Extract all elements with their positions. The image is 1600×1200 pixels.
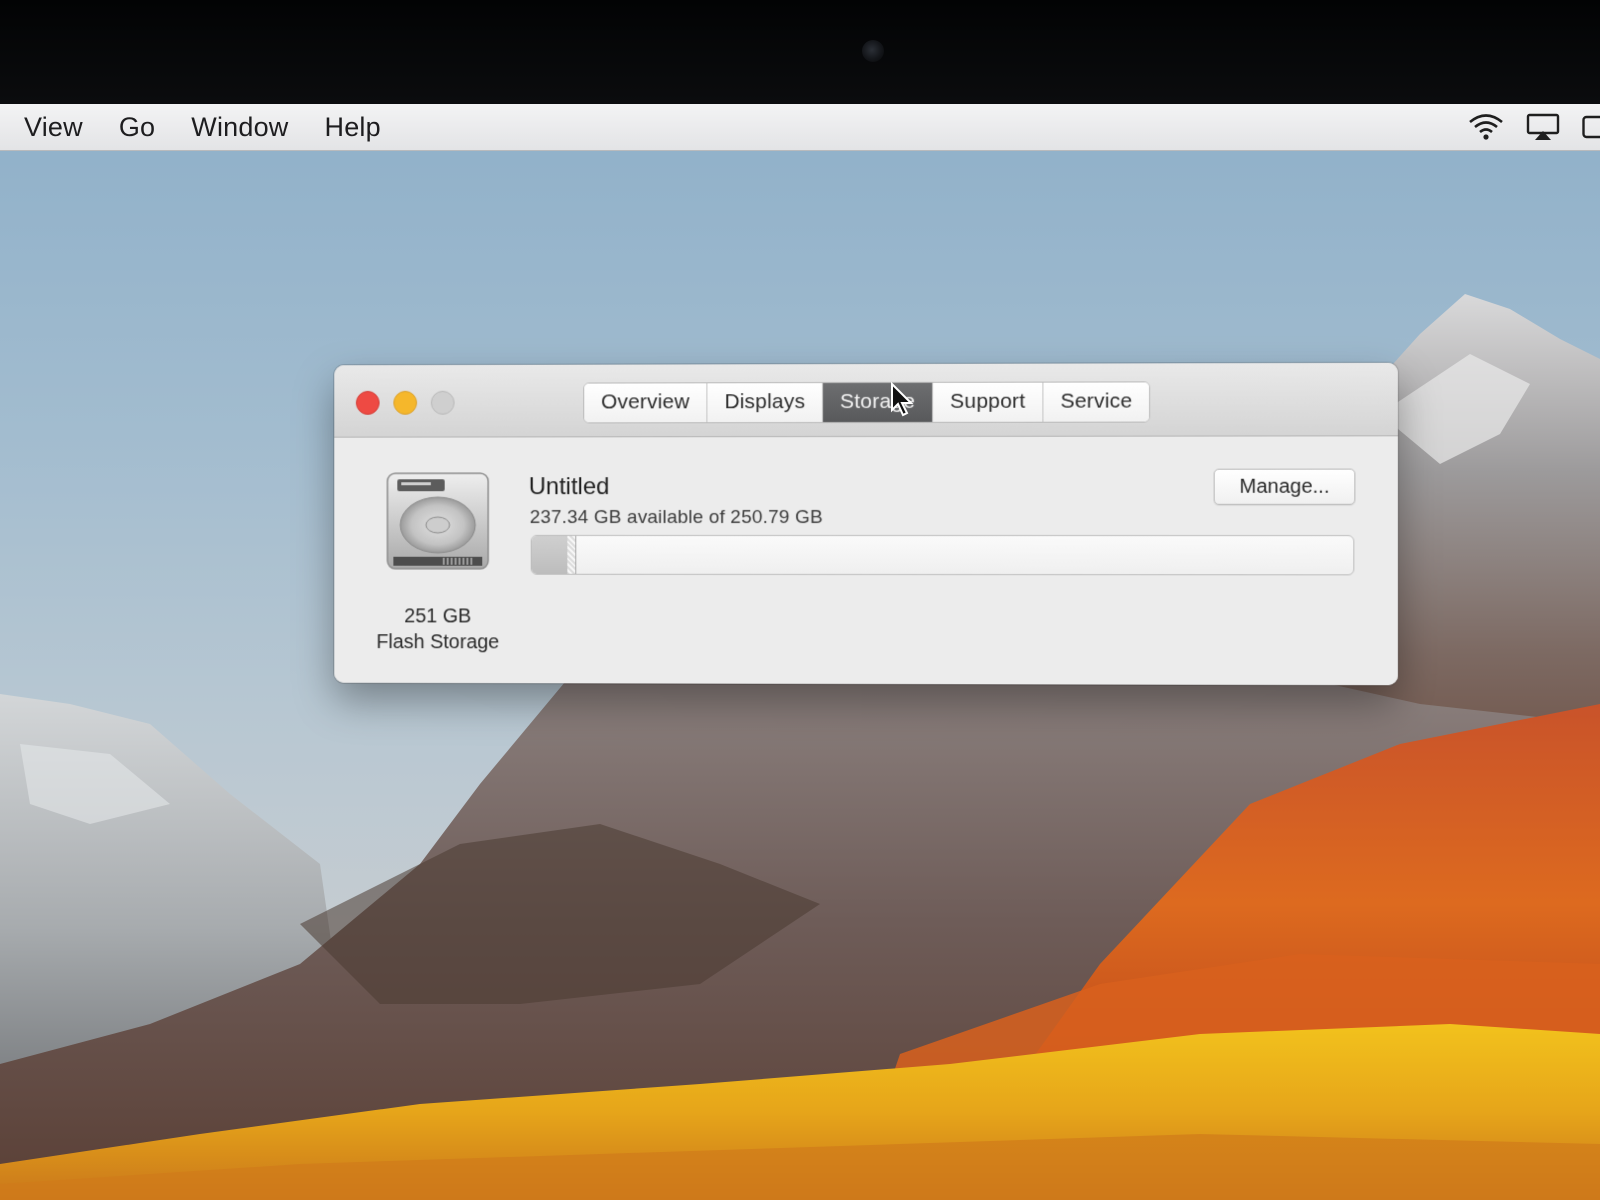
- storage-purgeable-segment: [567, 535, 576, 574]
- menu-go[interactable]: Go: [119, 112, 155, 143]
- menu-items: View Go Window Help: [24, 112, 417, 143]
- wifi-icon[interactable]: [1468, 113, 1504, 141]
- disk-caption: 251 GB Flash Storage: [354, 603, 522, 655]
- status-icons: [1446, 104, 1600, 150]
- battery-icon[interactable]: [1582, 114, 1600, 140]
- menu-help[interactable]: Help: [325, 112, 381, 143]
- tab-storage[interactable]: Storage: [823, 382, 934, 423]
- tab-overview[interactable]: Overview: [584, 383, 708, 423]
- tab-support[interactable]: Support: [933, 382, 1044, 422]
- volume-name: Untitled: [528, 473, 610, 501]
- minimize-button[interactable]: [393, 390, 418, 415]
- tab-bar: Overview Displays Storage Support Servic…: [583, 381, 1151, 424]
- about-this-mac-window: Overview Displays Storage Support Servic…: [334, 362, 1398, 686]
- close-button[interactable]: [355, 390, 380, 415]
- menu-window[interactable]: Window: [191, 112, 288, 143]
- storage-panel: 251 GB Flash Storage Untitled 237.34 GB …: [334, 436, 1398, 686]
- menu-view[interactable]: View: [24, 112, 83, 143]
- disk-capacity: 251 GB: [404, 605, 472, 628]
- zoom-button: [430, 390, 455, 415]
- menu-bar: View Go Window Help: [0, 104, 1600, 151]
- airplay-icon[interactable]: [1526, 113, 1560, 141]
- tab-service[interactable]: Service: [1043, 382, 1150, 422]
- camera-icon: [862, 40, 884, 62]
- tab-displays[interactable]: Displays: [707, 383, 824, 423]
- mouse-cursor-icon: [890, 381, 916, 423]
- manage-button[interactable]: Manage...: [1213, 468, 1356, 505]
- volume-availability: 237.34 GB available of 250.79 GB: [529, 507, 823, 528]
- screen: View Go Window Help Overview Displays St…: [0, 0, 1600, 1200]
- hard-drive-icon: [384, 467, 493, 581]
- window-titlebar[interactable]: Overview Displays Storage Support Servic…: [334, 362, 1398, 438]
- disk-type: Flash Storage: [376, 631, 500, 654]
- screen-bezel: [0, 0, 1600, 104]
- storage-usage-bar[interactable]: [530, 534, 1355, 576]
